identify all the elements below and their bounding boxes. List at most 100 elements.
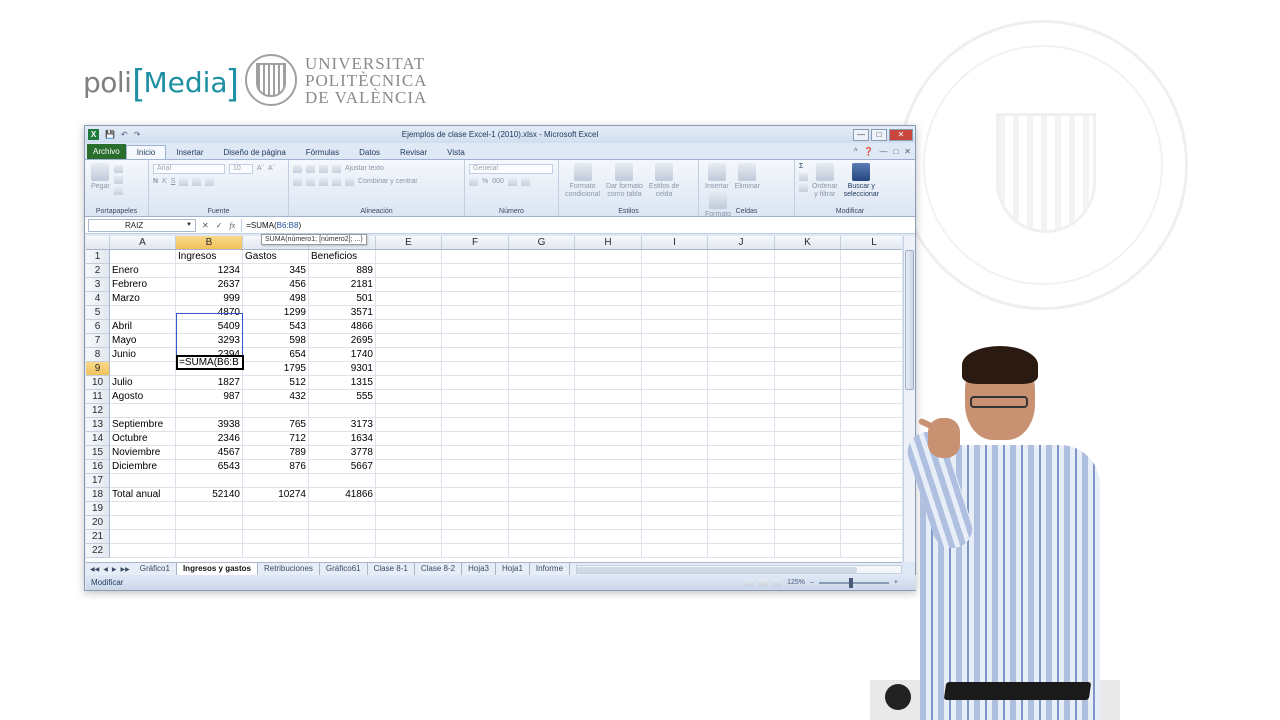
row-header[interactable]: 20 [86, 516, 110, 530]
cell[interactable] [708, 418, 775, 432]
cell[interactable] [841, 292, 902, 306]
cell[interactable] [642, 432, 708, 446]
cell[interactable] [442, 418, 509, 432]
row-header[interactable]: 1 [86, 250, 110, 264]
delete-cells-button[interactable]: Eliminar [735, 163, 760, 191]
cell[interactable] [708, 488, 775, 502]
cell[interactable] [376, 516, 442, 530]
cell[interactable] [509, 488, 575, 502]
excel-app-icon[interactable]: X [88, 129, 99, 140]
cell[interactable] [642, 278, 708, 292]
cell[interactable]: 4870 [176, 306, 243, 320]
prev-sheet-icon[interactable]: ◀ [103, 566, 108, 573]
cell[interactable] [442, 530, 509, 544]
cell[interactable] [642, 334, 708, 348]
cell[interactable] [642, 502, 708, 516]
cell[interactable] [376, 460, 442, 474]
cancel-icon[interactable]: ✕ [202, 221, 209, 230]
cell[interactable]: 3173 [309, 418, 376, 432]
cell[interactable] [376, 530, 442, 544]
cell[interactable] [708, 446, 775, 460]
row-header[interactable]: 17 [86, 474, 110, 488]
cell[interactable] [509, 418, 575, 432]
cell[interactable] [442, 390, 509, 404]
cell[interactable] [575, 488, 642, 502]
cell[interactable] [775, 292, 841, 306]
row-header[interactable]: 9 [86, 362, 110, 376]
cell[interactable]: 2394 [176, 348, 243, 362]
cell[interactable] [509, 264, 575, 278]
cell[interactable] [176, 530, 243, 544]
wrap-text-button[interactable]: Ajustar texto [345, 165, 384, 172]
cell[interactable] [642, 446, 708, 460]
cell[interactable] [575, 362, 642, 376]
cell[interactable] [376, 278, 442, 292]
cell[interactable]: 432 [243, 390, 309, 404]
cell[interactable] [509, 278, 575, 292]
cell[interactable] [642, 516, 708, 530]
decrease-decimal-icon[interactable] [520, 177, 530, 186]
cell[interactable] [309, 474, 376, 488]
page-break-view-icon[interactable] [773, 578, 783, 587]
cell[interactable]: 52140 [176, 488, 243, 502]
align-top-icon[interactable] [293, 164, 302, 173]
cell[interactable]: 987 [176, 390, 243, 404]
cell[interactable] [775, 334, 841, 348]
font-name-dropdown[interactable]: Arial [153, 163, 225, 174]
paste-button[interactable]: Pegar [91, 163, 110, 191]
cell[interactable] [176, 474, 243, 488]
minimize-icon[interactable]: — [853, 128, 869, 141]
align-right-icon[interactable] [319, 177, 328, 186]
cell[interactable] [642, 250, 708, 264]
cell[interactable] [642, 418, 708, 432]
cell[interactable] [509, 348, 575, 362]
chevron-down-icon[interactable]: ▼ [186, 222, 192, 228]
cell[interactable] [376, 404, 442, 418]
currency-icon[interactable] [469, 177, 478, 186]
workbook-minimize-icon[interactable]: — [879, 147, 887, 156]
column-header[interactable]: H [575, 236, 642, 249]
cell[interactable] [642, 530, 708, 544]
cell[interactable]: 598 [243, 334, 309, 348]
cell[interactable] [841, 306, 902, 320]
cell[interactable] [575, 460, 642, 474]
cell[interactable] [376, 502, 442, 516]
cell[interactable]: Julio [110, 376, 176, 390]
cell[interactable] [376, 390, 442, 404]
cell[interactable] [775, 432, 841, 446]
shrink-font-icon[interactable]: Aˇ [268, 165, 275, 172]
cell[interactable] [642, 320, 708, 334]
tab-insertar[interactable]: Insertar [166, 146, 213, 159]
number-format-dropdown[interactable]: General [469, 163, 553, 174]
row-header[interactable]: 12 [86, 404, 110, 418]
help-icon[interactable]: ❓ [863, 147, 873, 156]
cell[interactable] [642, 306, 708, 320]
last-sheet-icon[interactable]: ▶▶ [120, 566, 129, 573]
cell[interactable]: 1315 [309, 376, 376, 390]
cell[interactable] [575, 264, 642, 278]
cell[interactable] [708, 320, 775, 334]
borders-icon[interactable] [179, 177, 189, 186]
row-header[interactable]: 14 [86, 432, 110, 446]
cell[interactable] [509, 544, 575, 558]
cell[interactable] [309, 530, 376, 544]
cell[interactable] [442, 362, 509, 376]
horizontal-scrollbar-thumb[interactable] [577, 566, 858, 573]
cell[interactable]: 456 [243, 278, 309, 292]
row-header[interactable]: 16 [86, 460, 110, 474]
cell[interactable] [575, 404, 642, 418]
tab-datos[interactable]: Datos [349, 146, 390, 159]
cell[interactable] [176, 516, 243, 530]
cell[interactable] [575, 418, 642, 432]
first-sheet-icon[interactable]: ◀◀ [90, 566, 99, 573]
cell[interactable]: 2346 [176, 432, 243, 446]
close-icon[interactable]: ✕ [889, 128, 913, 141]
cell[interactable]: 345 [243, 264, 309, 278]
cell[interactable]: 3571 [309, 306, 376, 320]
cell[interactable] [775, 474, 841, 488]
cell[interactable] [775, 278, 841, 292]
tab-formulas[interactable]: Fórmulas [296, 146, 349, 159]
cell[interactable] [442, 250, 509, 264]
cell[interactable] [176, 544, 243, 558]
column-header[interactable]: E [376, 236, 442, 249]
